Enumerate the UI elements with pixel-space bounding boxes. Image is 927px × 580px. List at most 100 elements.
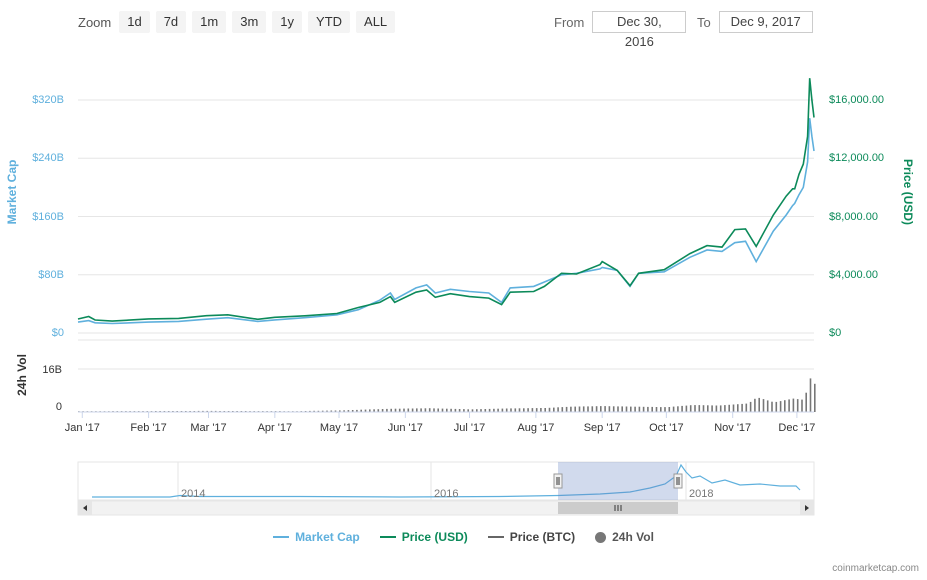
x-tick-label: May '17: [320, 422, 358, 434]
legend-item-market-cap[interactable]: Market Cap: [273, 530, 360, 544]
credit-link[interactable]: coinmarketcap.com: [832, 563, 919, 574]
volume-bar: [621, 406, 623, 412]
volume-bar: [570, 406, 572, 412]
volume-bar: [711, 405, 713, 412]
volume-bar: [814, 383, 816, 412]
volume-bar: [595, 406, 598, 412]
right-tick: $12,000.00: [829, 152, 884, 164]
navigator-label: 2014: [181, 488, 205, 500]
legend-line-icon: [487, 536, 504, 538]
volume-bar: [732, 404, 735, 412]
volume-bar: [741, 403, 743, 412]
volume-bar: [766, 400, 769, 412]
volume-bar: [707, 405, 709, 412]
volume-bar: [514, 408, 517, 412]
volume-bar: [805, 392, 807, 412]
legend-item-volume[interactable]: 24h Vol: [595, 530, 654, 544]
volume-bar: [771, 401, 773, 412]
scrollbar[interactable]: [77, 500, 815, 516]
volume-bar: [608, 406, 611, 412]
volume-bar: [754, 398, 756, 412]
right-tick: $4,000.00: [829, 269, 878, 281]
volume-bar: [553, 407, 555, 412]
volume-bar: [548, 407, 551, 412]
right-tick: $16,000.00: [829, 94, 884, 106]
scrollbar-track[interactable]: [77, 500, 815, 516]
market-cap-axis-title: Market Cap: [5, 160, 19, 225]
volume-bar: [612, 406, 615, 412]
volume-bar: [655, 407, 658, 412]
vol-tick: 0: [56, 401, 62, 413]
volume-bar: [441, 408, 444, 412]
volume-bar: [420, 408, 422, 412]
volume-bar: [677, 406, 679, 412]
x-tick-label: Nov '17: [714, 422, 751, 434]
volume-bar: [698, 405, 701, 412]
x-axis: Jan '17 Feb '17 Mar '17 Apr '17 May '17 Jun '…: [65, 412, 815, 434]
left-tick: $80B: [38, 269, 64, 281]
legend-line-icon: [379, 536, 396, 538]
right-tick: $0: [829, 327, 841, 339]
legend-item-price-btc[interactable]: Price (BTC): [487, 530, 575, 544]
volume-bar: [582, 406, 585, 412]
volume-bar: [694, 405, 696, 412]
left-tick: $240B: [32, 152, 64, 164]
volume-bar: [672, 406, 675, 412]
volume-bar: [411, 408, 414, 412]
volume-bar: [565, 406, 568, 412]
legend-line-icon: [273, 536, 290, 538]
volume-bar: [724, 405, 726, 412]
x-tick-label: Jan '17: [65, 422, 100, 434]
volume-bar: [501, 408, 504, 412]
navigator[interactable]: 2014 2016 2018: [77, 461, 815, 501]
volume-bar: [689, 405, 692, 412]
volume-bar: [651, 406, 653, 412]
volume-bar: [437, 408, 439, 412]
navigator-right-handle[interactable]: [673, 473, 683, 489]
volume-bar: [749, 401, 752, 412]
volume-bar: [809, 378, 812, 412]
navigator-left-handle[interactable]: [553, 473, 563, 489]
volume-bar: [719, 405, 722, 412]
volume-bar: [574, 406, 576, 412]
volume-bar: [702, 405, 705, 412]
volume-bar: [762, 399, 765, 412]
legend: Market Cap Price (USD) Price (BTC) 24h V…: [0, 530, 927, 544]
x-tick-label: Oct '17: [649, 422, 684, 434]
volume-bar: [642, 406, 645, 412]
volume-axis: 0 16B: [42, 364, 62, 413]
volume-bar: [660, 407, 662, 412]
volume-bar: [681, 405, 683, 412]
volume-bar: [796, 399, 799, 412]
volume-bar: [424, 408, 427, 412]
legend-item-price-usd[interactable]: Price (USD): [379, 530, 468, 544]
x-tick-label: Aug '17: [517, 422, 554, 434]
price-axis: $0 $4,000.00 $8,000.00 $12,000.00 $16,00…: [829, 94, 884, 339]
x-tick-label: Feb '17: [130, 422, 166, 434]
price-chart[interactable]: $0 $80B $160B $240B $320B Market Cap $0 …: [0, 0, 927, 525]
legend-label: 24h Vol: [612, 530, 654, 544]
volume-bar: [604, 406, 606, 412]
volume-bar: [625, 406, 628, 412]
volume-bar: [561, 407, 564, 412]
x-tick-label: Apr '17: [258, 422, 293, 434]
volume-bar: [416, 408, 418, 412]
navigator-label: 2018: [689, 488, 713, 500]
volume-bar: [578, 406, 581, 412]
volume-bar: [779, 401, 782, 412]
volume-bar: [737, 404, 739, 412]
volume-bar: [557, 407, 559, 412]
navigator-selection[interactable]: [558, 462, 678, 500]
volume-bar: [591, 406, 594, 412]
volume-bar: [745, 403, 748, 412]
grid-lines: [78, 99, 814, 413]
volume-bar: [617, 406, 619, 412]
volume-bar: [523, 408, 525, 412]
volume-bar: [788, 399, 790, 412]
volume-bar: [630, 406, 632, 412]
volume-bar: [535, 408, 538, 412]
vol-tick: 16B: [42, 364, 62, 376]
volume-bars: [78, 378, 816, 412]
volume-bar: [784, 400, 786, 412]
volume-bar: [792, 398, 795, 412]
